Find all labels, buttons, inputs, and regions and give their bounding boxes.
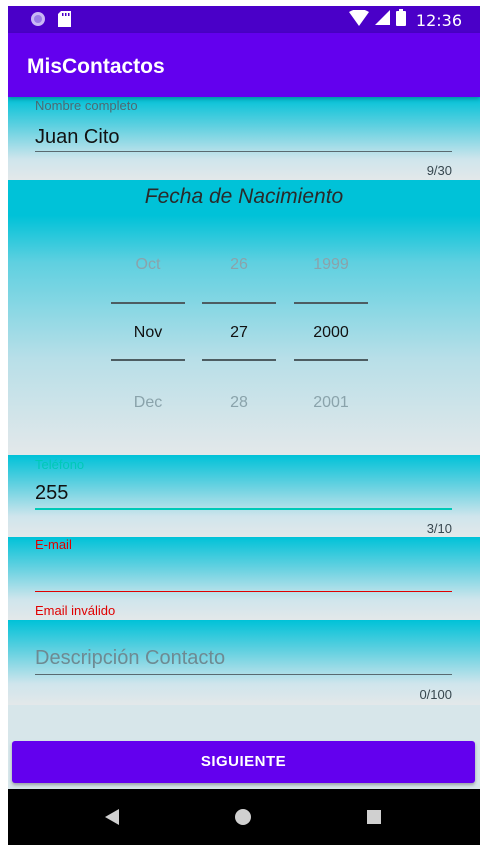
birthdate-section: Fecha de Nacimiento Oct Nov Dec 26 27 28… (8, 180, 480, 455)
day-selected[interactable]: 27 (202, 324, 276, 342)
phone-field[interactable]: Teléfono 255 3/10 (8, 455, 480, 537)
battery-icon (395, 9, 406, 31)
app-screen: 12:36 MisContactos Nombre completo Juan … (8, 6, 480, 845)
phone-field-underline (35, 508, 452, 510)
email-field-underline (35, 591, 452, 592)
month-next[interactable]: Dec (111, 394, 185, 412)
year-prev[interactable]: 1999 (294, 256, 368, 274)
day-divider-top (202, 302, 276, 304)
name-field-counter: 9/30 (426, 163, 452, 178)
year-divider-top (294, 302, 368, 304)
navigation-bar (8, 789, 480, 845)
phone-field-label: Teléfono (35, 457, 85, 472)
day-divider-bottom (202, 359, 276, 361)
year-selected[interactable]: 2000 (294, 324, 368, 342)
description-field-underline (35, 674, 452, 675)
home-icon[interactable] (235, 809, 251, 830)
name-field-underline (35, 151, 452, 152)
back-icon[interactable] (105, 809, 119, 830)
year-picker[interactable]: 1999 2000 2001 (294, 180, 368, 455)
app-bar: MisContactos (8, 33, 480, 97)
name-field-label: Nombre completo (35, 98, 138, 113)
name-field[interactable]: Nombre completo Juan Cito 9/30 (8, 97, 480, 180)
name-field-value[interactable]: Juan Cito (35, 126, 120, 149)
status-time: 12:36 (415, 10, 462, 30)
month-divider-bottom (111, 359, 185, 361)
status-bar: 12:36 (8, 6, 480, 33)
description-field[interactable]: Descripción Contacto 0/100 (8, 620, 480, 705)
day-prev[interactable]: 26 (202, 256, 276, 274)
phone-field-counter: 3/10 (426, 521, 452, 536)
sd-card-icon (58, 11, 71, 32)
email-error-text: Email inválido (35, 603, 116, 618)
day-picker[interactable]: 26 27 28 (202, 180, 276, 455)
description-placeholder[interactable]: Descripción Contacto (35, 647, 225, 670)
recents-icon[interactable] (367, 810, 381, 829)
siguiente-button[interactable]: SIGUIENTE (12, 741, 475, 783)
wifi-icon (348, 8, 369, 31)
month-divider-top (111, 302, 185, 304)
email-field-label: E-mail (35, 537, 72, 552)
year-divider-bottom (294, 359, 368, 361)
month-selected[interactable]: Nov (111, 324, 185, 342)
phone-field-value[interactable]: 255 (35, 482, 68, 505)
description-field-counter: 0/100 (419, 687, 452, 702)
day-next[interactable]: 28 (202, 394, 276, 412)
year-next[interactable]: 2001 (294, 394, 368, 412)
app-title: MisContactos (27, 55, 165, 78)
email-field[interactable]: E-mail Email inválido (8, 537, 480, 620)
month-prev[interactable]: Oct (111, 256, 185, 274)
month-picker[interactable]: Oct Nov Dec (111, 180, 185, 455)
signal-icon (374, 10, 390, 30)
circle-app-icon (30, 11, 46, 32)
